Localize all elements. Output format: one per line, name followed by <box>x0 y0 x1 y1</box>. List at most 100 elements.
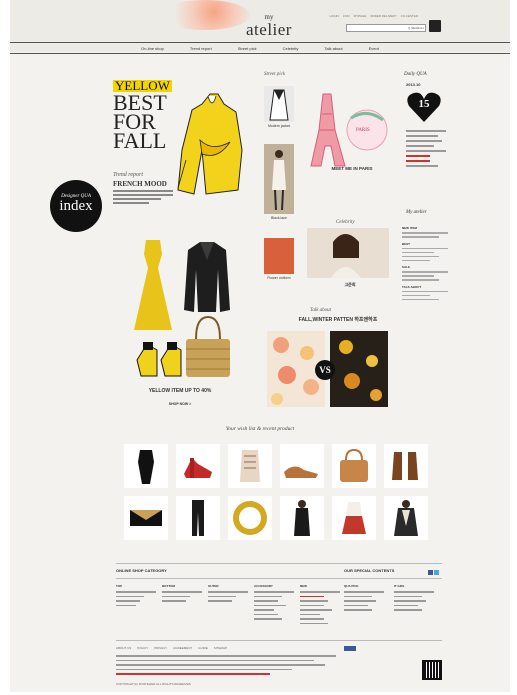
yellow-dress-image[interactable] <box>130 238 176 332</box>
my-atelier-section-new[interactable]: NEW ITEM <box>402 226 448 230</box>
search-button[interactable]: Q SEARCH <box>408 24 426 32</box>
my-atelier-section-sale[interactable]: SALE <box>402 265 448 269</box>
street-pick-image-1[interactable] <box>264 86 294 122</box>
logo-main-text: atelier <box>246 20 292 39</box>
category-column-label[interactable]: OUTER <box>208 584 248 588</box>
wishlist-item[interactable] <box>332 496 376 540</box>
shop-now-button[interactable]: SHOP NOW > <box>162 402 198 406</box>
yellow-item-title[interactable]: YELLOW ITEM UP TO 40% <box>130 388 230 394</box>
street-pick-image-2[interactable] <box>264 144 294 214</box>
category-title: ONLINE SHOP CATEGORY <box>116 568 167 573</box>
wishlist-item[interactable] <box>228 444 272 488</box>
yellow-coat-illustration[interactable] <box>172 90 252 200</box>
util-link-join[interactable]: JOIN <box>343 14 350 18</box>
talk-about-headline[interactable]: FALL,WINTER PATTEN 하프앤하프 <box>268 316 408 323</box>
watercolor-splash <box>160 0 250 30</box>
main-nav: On-line shop Trend report Street pick Ce… <box>10 42 510 54</box>
my-atelier-section-talk[interactable]: TALK ABOUT <box>402 285 448 289</box>
my-atelier-menu: NEW ITEM BEST SALE TALK ABOUT <box>402 222 448 303</box>
util-link-cs[interactable]: CS CENTER <box>401 14 418 18</box>
category-column-label[interactable]: TOP <box>116 584 156 588</box>
street-pick-title: Street pick <box>264 72 286 77</box>
street-pick-caption-2: Black lace <box>271 216 287 220</box>
footer-link-sitemap[interactable]: SITEMAP <box>214 646 227 650</box>
category-column-top: TOP <box>116 584 156 609</box>
category-column-accessory: ACCESSORY <box>254 584 294 623</box>
category-column-new: NEW <box>300 584 340 627</box>
util-link-mypage[interactable]: MYPAGE <box>354 14 367 18</box>
utility-links: LOGIN JOIN MYPAGE ORDER DELIVERY CS CENT… <box>329 14 418 18</box>
heart-number: 15 <box>418 98 430 110</box>
daily-qua-list <box>406 130 446 170</box>
category-column-label[interactable]: BOTTOM <box>162 584 202 588</box>
wishlist-item[interactable] <box>124 444 168 488</box>
copyright-text: COPYRIGHT(C) MYATELIER ALL RIGHTS RESERV… <box>116 682 191 686</box>
paris-eiffel-illustration[interactable] <box>305 90 401 168</box>
yellow-shoes-image[interactable] <box>135 340 183 380</box>
special-column-label[interactable]: IT GIRL <box>394 584 434 588</box>
category-column-label[interactable]: ACCESSORY <box>254 584 294 588</box>
wishlist-item[interactable] <box>332 444 376 488</box>
nav-item-trend-report[interactable]: Trend report <box>190 46 212 51</box>
trend-subheading[interactable]: FRENCH MOOD <box>113 180 167 188</box>
straw-bag-image[interactable] <box>182 315 234 381</box>
util-link-order[interactable]: ORDER DELIVERY <box>370 14 396 18</box>
celebrity-title: Celebrity <box>336 220 355 225</box>
celebrity-image[interactable] <box>307 228 389 278</box>
nav-item-event[interactable]: Event <box>369 46 379 51</box>
index-badge-big: index <box>59 198 93 214</box>
paris-banner: PARIS <box>356 128 370 133</box>
footer-link-policy[interactable]: POLICY <box>137 646 148 650</box>
footer-divider <box>116 578 442 579</box>
qr-code-icon[interactable] <box>422 660 442 680</box>
category-column-label[interactable]: NEW <box>300 584 340 588</box>
paris-caption[interactable]: MEET ME IN PARIS <box>304 166 400 171</box>
my-atelier-section-best[interactable]: BEST <box>402 242 448 246</box>
nav-item-talk-about[interactable]: Talk about <box>324 46 342 51</box>
vs-badge: VS <box>315 360 335 380</box>
daily-date: 2013.10 <box>406 82 421 87</box>
category-column-bottom: BOTTOM <box>162 584 202 605</box>
talk-about-title: Talk about <box>310 308 332 313</box>
footer-link-privacy[interactable]: PRIVACY <box>154 646 167 650</box>
cart-icon[interactable] <box>429 20 441 32</box>
dark-floral-pattern-image[interactable] <box>330 331 388 407</box>
nav-item-celebrity[interactable]: Celebrity <box>283 46 299 51</box>
footer-links: ABOUT US POLICY PRIVACY AGREEMENT GUIDE … <box>116 646 227 650</box>
special-column-label[interactable]: QUA PICK <box>344 584 384 588</box>
street-pick-caption-1: Modern jacket <box>268 124 290 128</box>
celebrity-caption: 고준희 <box>344 282 356 287</box>
daily-qua-title: Daily QUA <box>404 72 427 77</box>
page: my atelier LOGIN JOIN MYPAGE ORDER DELIV… <box>10 0 510 692</box>
facebook-like-button[interactable] <box>344 646 356 651</box>
wishlist-item[interactable] <box>228 496 272 540</box>
street-pick-image-3[interactable] <box>264 238 294 274</box>
wishlist-item[interactable] <box>176 444 220 488</box>
special-column-it-girl: IT GIRL <box>394 584 434 614</box>
wishlist-item[interactable] <box>124 496 168 540</box>
headline-line-3: FALL <box>113 128 167 153</box>
footer-link-guide[interactable]: GUIDE <box>198 646 208 650</box>
site-logo[interactable]: my atelier <box>246 14 292 40</box>
wishlist-item[interactable] <box>384 496 428 540</box>
leather-jacket-image[interactable] <box>182 240 232 314</box>
trend-headline[interactable]: BEST FOR FALL <box>113 92 167 153</box>
footer-link-about[interactable]: ABOUT US <box>116 646 131 650</box>
facebook-icon[interactable] <box>428 570 433 575</box>
util-link-login[interactable]: LOGIN <box>329 14 338 18</box>
nav-item-online-shop[interactable]: On-line shop <box>141 46 164 51</box>
footer-divider <box>116 563 442 564</box>
my-atelier-title: My atelier <box>406 210 427 215</box>
company-info <box>116 655 336 678</box>
wishlist-item[interactable] <box>384 444 428 488</box>
footer-link-agreement[interactable]: AGREEMENT <box>173 646 192 650</box>
wishlist-item[interactable] <box>280 496 324 540</box>
index-badge[interactable]: Designer QUA index <box>50 180 102 232</box>
category-column-outer: OUTER <box>208 584 248 605</box>
twitter-icon[interactable] <box>434 570 439 575</box>
nav-item-street-pick[interactable]: Street pick <box>238 46 257 51</box>
trend-description <box>113 190 173 206</box>
footer-divider <box>116 640 442 641</box>
wishlist-item[interactable] <box>280 444 324 488</box>
wishlist-item[interactable] <box>176 496 220 540</box>
